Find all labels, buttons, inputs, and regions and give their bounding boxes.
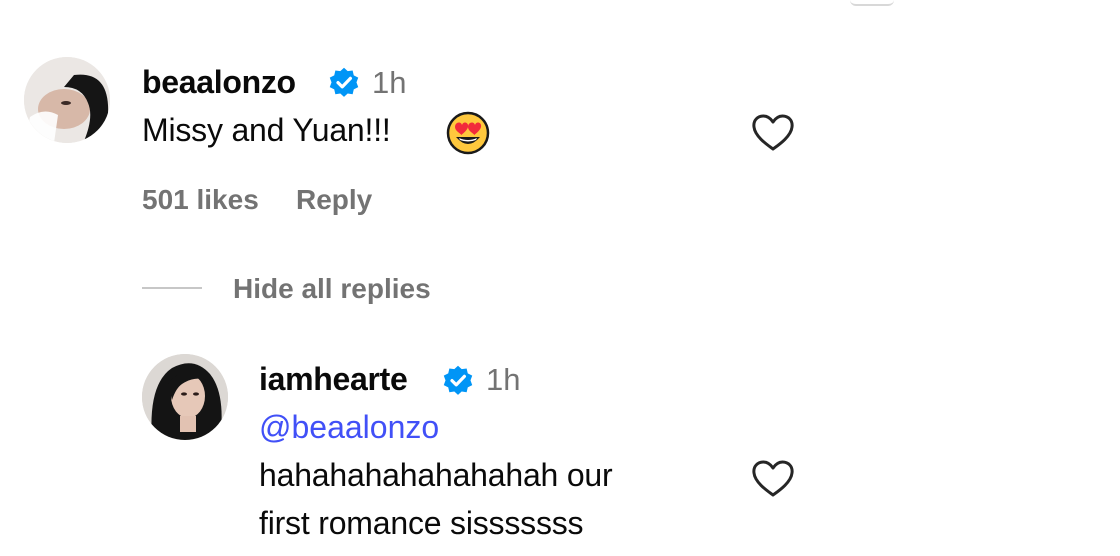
top-edge-fragment <box>850 0 894 6</box>
avatar[interactable] <box>24 57 110 143</box>
hide-all-replies-button[interactable]: Hide all replies <box>233 273 431 305</box>
comment-likes-count[interactable]: 501 likes <box>142 184 259 216</box>
reply-mention-link[interactable]: @beaalonzo <box>259 409 439 446</box>
comment-timestamp: 1h <box>372 65 407 100</box>
comment-text: Missy and Yuan!!! <box>142 112 391 148</box>
avatar-photo <box>24 57 110 143</box>
avatar[interactable] <box>142 354 228 440</box>
reply-button[interactable]: Reply <box>296 184 372 216</box>
like-heart-icon[interactable] <box>751 113 795 153</box>
verified-badge-icon <box>329 67 359 97</box>
verified-badge-icon <box>443 365 473 395</box>
avatar-photo <box>142 354 228 440</box>
replies-divider <box>142 287 202 289</box>
comment-username[interactable]: beaalonzo <box>142 64 296 101</box>
reply-text-line: hahahahahahahahah our <box>259 457 613 493</box>
reply-text-line: first romance sisssssss <box>259 505 584 541</box>
heart-eyes-emoji-icon <box>446 111 490 155</box>
like-heart-icon[interactable] <box>751 459 795 499</box>
reply-timestamp: 1h <box>486 362 521 397</box>
reply-username[interactable]: iamhearte <box>259 361 408 398</box>
